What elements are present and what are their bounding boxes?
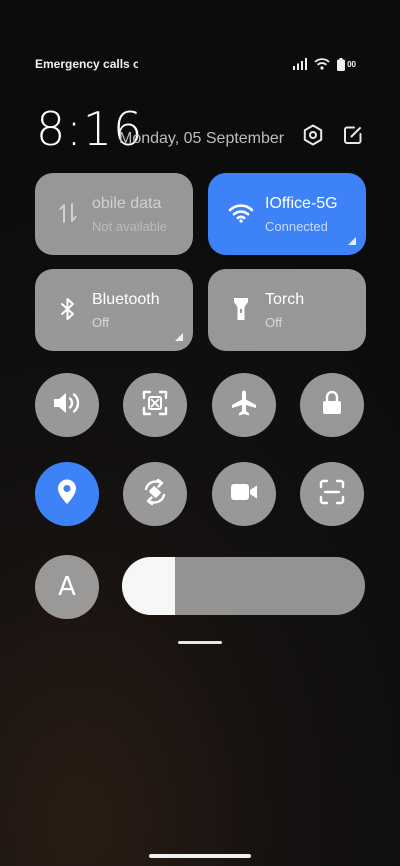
tile-wifi-title: IOffice-5G <box>265 195 338 212</box>
toggle-screenshot[interactable] <box>123 373 187 437</box>
bluetooth-icon <box>55 296 81 322</box>
clock-row: 8:16 Monday, 05 September <box>36 102 364 156</box>
toggle-auto-rotate[interactable] <box>123 462 187 526</box>
clock-date: Monday, 05 September <box>119 130 285 147</box>
tile-bluetooth-status: Off <box>92 315 110 330</box>
tile-bluetooth-title: Bluetooth <box>92 291 160 308</box>
auto-brightness-label: A <box>58 572 76 602</box>
rotate-icon <box>141 478 169 511</box>
expand-corner-icon[interactable] <box>175 333 183 341</box>
tile-wifi[interactable]: IOffice-5G Connected <box>208 173 366 255</box>
scan-icon <box>319 479 345 510</box>
tile-torch-title: Torch <box>265 291 305 308</box>
speaker-icon <box>52 391 82 420</box>
tile-torch-status: Off <box>265 315 283 330</box>
toggle-sound[interactable] <box>35 373 99 437</box>
tile-mobile-data-title: obile data <box>92 195 162 212</box>
carrier-text: Emergency calls o <box>35 57 138 71</box>
toggle-airplane[interactable] <box>212 373 276 437</box>
lock-icon <box>321 390 343 421</box>
toggle-location[interactable] <box>35 462 99 526</box>
brightness-fill <box>122 557 176 615</box>
signal-icon <box>293 58 308 70</box>
screenshot-icon <box>142 390 168 421</box>
toggle-scanner[interactable] <box>300 462 364 526</box>
tile-bluetooth[interactable]: Bluetooth Off <box>35 269 193 351</box>
wifi-icon <box>314 58 330 70</box>
tile-torch[interactable]: Torch Off <box>208 269 366 351</box>
torch-icon <box>228 296 254 322</box>
edit-icon[interactable] <box>342 124 364 146</box>
video-camera-icon <box>230 482 258 507</box>
wifi-icon <box>228 200 254 226</box>
brightness-slider[interactable] <box>122 557 365 615</box>
battery-icon: 00 <box>337 57 356 71</box>
tile-wifi-status: Connected <box>265 219 328 234</box>
drag-handle[interactable] <box>178 641 222 644</box>
settings-icon[interactable] <box>302 124 324 146</box>
status-bar: Emergency calls o 00 <box>35 54 356 74</box>
mobile-data-icon <box>55 200 81 226</box>
airplane-icon <box>230 389 258 422</box>
auto-brightness-button[interactable]: A <box>35 555 99 619</box>
tile-mobile-data[interactable]: obile data Not available <box>35 173 193 255</box>
tile-mobile-data-status: Not available <box>92 219 168 234</box>
home-indicator[interactable] <box>149 854 251 858</box>
expand-corner-icon[interactable] <box>348 237 356 245</box>
toggle-screen-record[interactable] <box>212 462 276 526</box>
battery-level: 00 <box>347 59 356 69</box>
toggle-lock-rotation[interactable] <box>300 373 364 437</box>
location-icon <box>56 478 78 511</box>
